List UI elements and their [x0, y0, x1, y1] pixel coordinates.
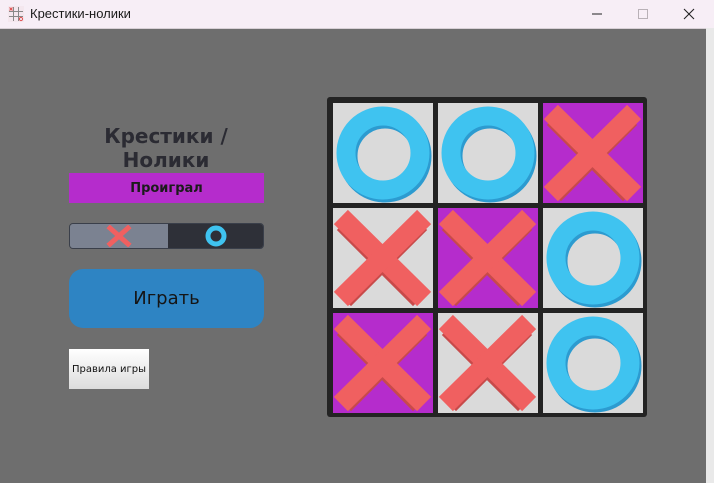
rules-button[interactable]: Правила игры	[69, 349, 149, 389]
board-cell-1[interactable]	[333, 103, 433, 203]
board-cell-5[interactable]	[438, 208, 538, 308]
title-bar[interactable]: Крестики-нолики	[0, 0, 714, 29]
board-cell-9[interactable]	[543, 313, 643, 413]
game-heading: Крестики / Нолики	[104, 124, 228, 172]
maximize-icon	[638, 9, 648, 19]
close-icon	[683, 8, 695, 20]
x-icon	[106, 225, 132, 247]
game-status-label: Проиграл	[69, 173, 264, 203]
o-mark-icon	[336, 106, 432, 203]
app-window: Крестики-нолики Крестики / Нолики Проигр…	[0, 0, 714, 483]
window-title: Крестики-нолики	[30, 6, 131, 21]
o-icon	[205, 225, 226, 247]
board-cell-4[interactable]	[333, 208, 433, 308]
x-mark-icon	[333, 314, 432, 412]
x-mark-icon	[438, 314, 537, 412]
close-button[interactable]	[666, 0, 712, 28]
o-mark-icon	[546, 211, 642, 308]
board-cell-7[interactable]	[333, 313, 433, 413]
x-mark-icon	[438, 209, 537, 307]
select-o-option[interactable]	[168, 224, 263, 248]
minimize-icon	[592, 13, 602, 15]
window-edge	[706, 28, 714, 483]
board-cell-2[interactable]	[438, 103, 538, 203]
x-mark-icon	[333, 209, 432, 307]
minimize-button[interactable]	[574, 0, 620, 28]
maximize-button[interactable]	[620, 0, 666, 28]
game-board	[327, 97, 647, 417]
board-cell-3[interactable]	[543, 103, 643, 203]
o-mark-icon	[441, 106, 537, 203]
o-mark-icon	[546, 316, 642, 413]
board-cell-6[interactable]	[543, 208, 643, 308]
tic-tac-toe-app-icon	[8, 6, 24, 22]
x-mark-icon	[543, 104, 642, 202]
select-x-option[interactable]	[70, 224, 168, 248]
play-button[interactable]: Играть	[69, 269, 264, 328]
mark-selector[interactable]	[69, 223, 264, 249]
board-cell-8[interactable]	[438, 313, 538, 413]
